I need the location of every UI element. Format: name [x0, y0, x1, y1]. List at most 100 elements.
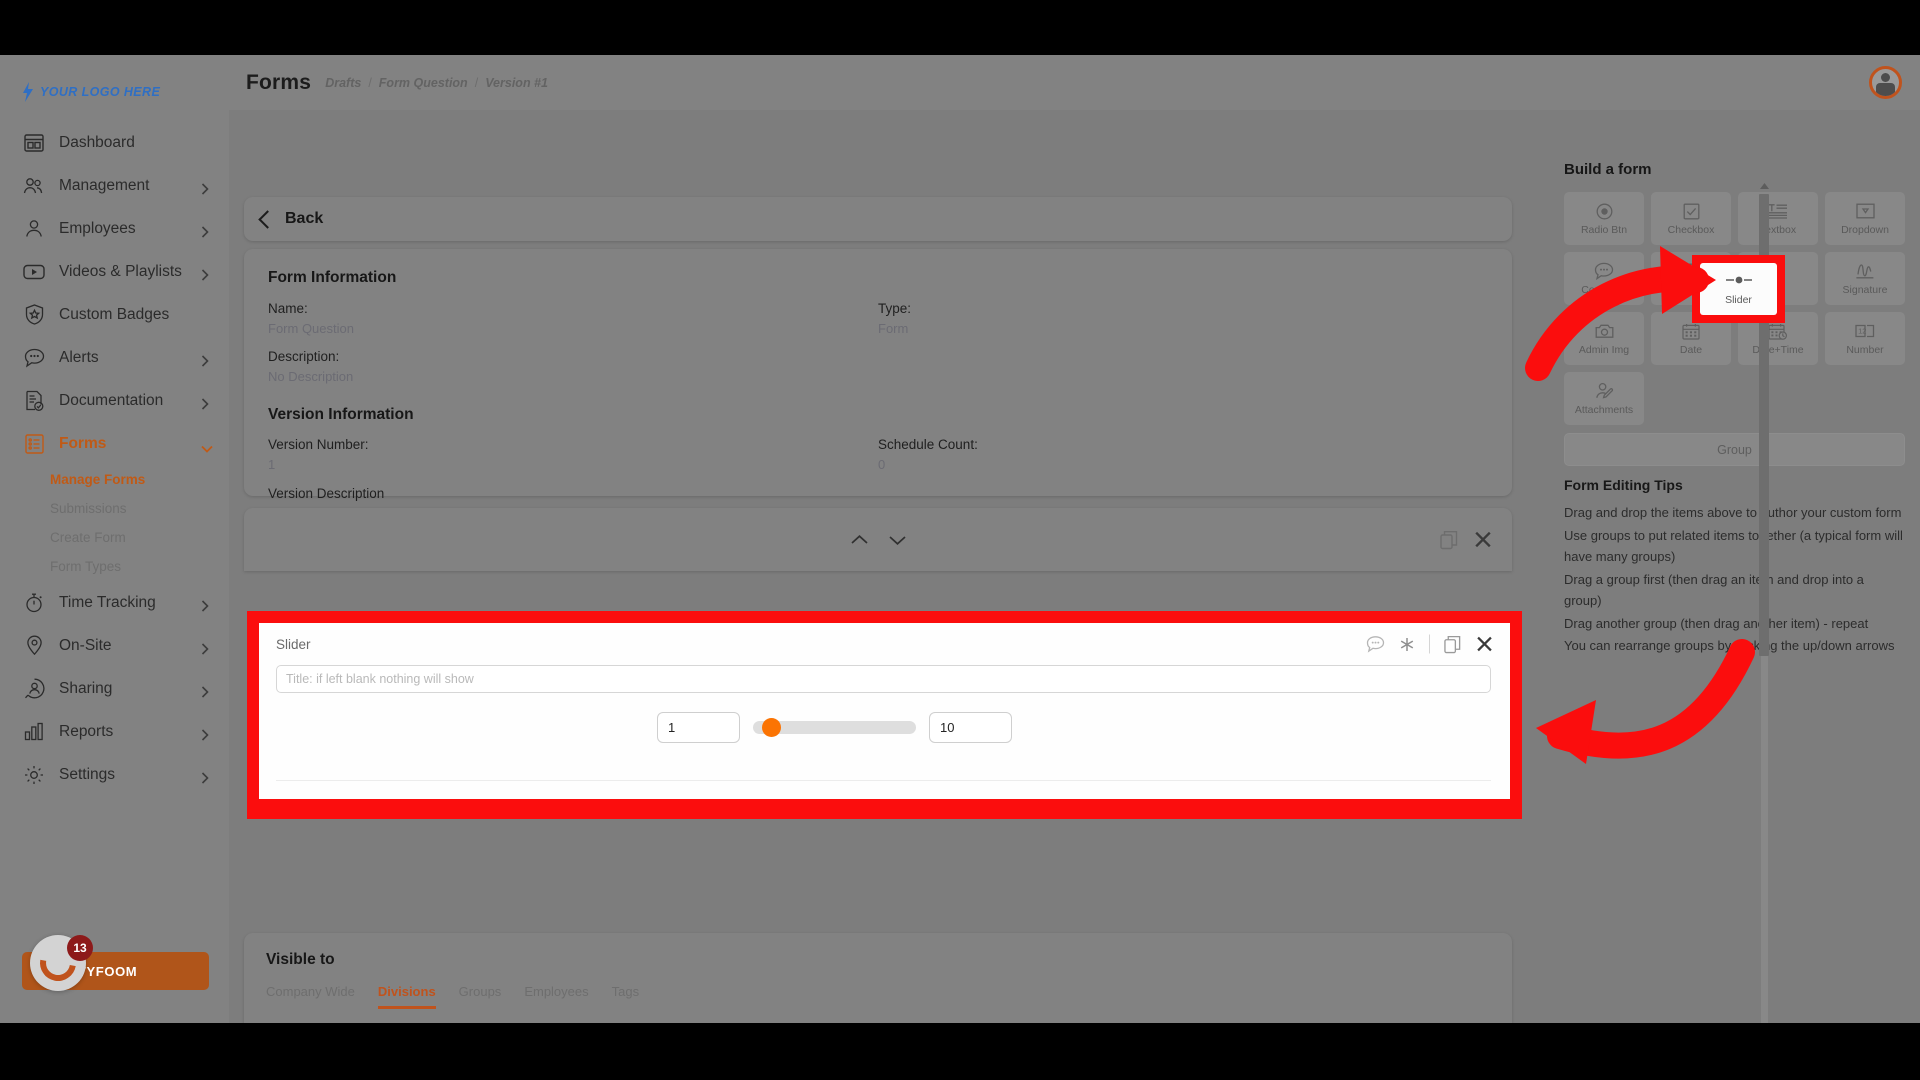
tool-checkbox[interactable]: Checkbox	[1651, 192, 1731, 245]
sidebar-item-management[interactable]: Management	[0, 164, 229, 207]
slider-max-input[interactable]	[929, 712, 1012, 743]
sidebar-item-alerts[interactable]: Alerts	[0, 336, 229, 379]
scroll-up-arrow-icon[interactable]	[1759, 182, 1769, 189]
copy-icon[interactable]	[1440, 530, 1459, 549]
chevron-right-icon	[201, 354, 209, 367]
sidebar-item-label: Sharing	[59, 679, 113, 697]
sidebar-item-label: On-Site	[59, 636, 112, 654]
tool-label: Checkbox	[1667, 223, 1715, 236]
slider-track[interactable]	[753, 718, 916, 737]
breadcrumb-item[interactable]: Drafts	[325, 76, 361, 90]
divider	[1429, 634, 1430, 654]
close-icon[interactable]	[1476, 636, 1493, 653]
schedule-count-value: 0	[878, 457, 886, 472]
tool-label: Attachments	[1574, 403, 1634, 416]
sidebar-subitem-label: Manage Forms	[50, 472, 146, 487]
sidebar-subitem-create-form[interactable]: Create Form	[0, 523, 229, 552]
logo[interactable]: YOUR LOGO HERE	[22, 82, 160, 102]
back-label: Back	[285, 210, 324, 227]
breadcrumb-item[interactable]: Form Question	[379, 76, 468, 90]
description-label: Description:	[268, 349, 340, 364]
tab-groups[interactable]: Groups	[459, 984, 502, 1009]
sidebar-item-reports[interactable]: Reports	[0, 710, 229, 753]
sidebar-subitem-label: Form Types	[50, 559, 122, 574]
breadcrumb-item[interactable]: Version #1	[485, 76, 548, 90]
sidebar-subitem-manage-forms[interactable]: Manage Forms	[0, 465, 229, 494]
sidebar-item-employees[interactable]: Employees	[0, 207, 229, 250]
group-toolbar-actions	[1440, 530, 1492, 549]
close-icon[interactable]	[1474, 531, 1492, 549]
chevron-right-icon	[201, 599, 209, 612]
sidebar-item-sharing[interactable]: Sharing	[0, 667, 229, 710]
sidebar-item-label: Videos & Playlists	[59, 262, 182, 280]
comment-bubble-icon[interactable]	[1366, 636, 1385, 653]
sidebar-subitem-form-types[interactable]: Form Types	[0, 552, 229, 581]
tab-company-wide[interactable]: Company Wide	[266, 984, 355, 1009]
name-label: Name:	[268, 301, 308, 316]
tool-admin-img[interactable]: Admin Img	[1564, 312, 1644, 365]
sidebar-item-settings[interactable]: Settings	[0, 753, 229, 796]
tyfoom-footer[interactable]: TYFOOM 13	[22, 935, 209, 991]
visible-to-tabs: Company Wide Divisions Groups Employees …	[266, 984, 1490, 1009]
sidebar-item-label: Alerts	[59, 348, 99, 366]
move-down-button[interactable]	[884, 527, 910, 553]
tool-radio-btn[interactable]: Radio Btn	[1564, 192, 1644, 245]
add-group-label: Group	[1717, 442, 1752, 457]
avatar[interactable]	[1869, 66, 1902, 99]
tool-label: Comment	[1581, 283, 1627, 296]
sidebar-item-dashboard[interactable]: Dashboard	[0, 121, 229, 164]
app-window: YOUR LOGO HERE Dashboard Management Empl…	[0, 55, 1920, 1023]
slider-title-input[interactable]	[276, 665, 1491, 693]
sidebar-item-forms[interactable]: Forms	[0, 422, 229, 465]
sidebar-item-label: Forms	[59, 434, 107, 452]
sidebar-nav: Dashboard Management Employees Videos & …	[0, 121, 229, 796]
tool-attachments[interactable]: Attachments	[1564, 372, 1644, 425]
main-content: Back Form Information Name: Form Questio…	[229, 110, 1769, 1023]
slider-min-input[interactable]	[657, 712, 740, 743]
name-value: Form Question	[268, 321, 354, 336]
tool-textbox[interactable]: Textbox	[1738, 192, 1818, 245]
tab-divisions[interactable]: Divisions	[377, 984, 436, 1009]
notification-badge[interactable]: 13	[67, 935, 93, 961]
add-group-button[interactable]: Group	[1564, 433, 1905, 466]
chevron-down-icon	[201, 440, 213, 453]
calendar-clock-icon	[1768, 322, 1788, 341]
form-information-card: Form Information Name: Form Question Typ…	[244, 249, 1512, 556]
sidebar-subitem-submissions[interactable]: Submissions	[0, 494, 229, 523]
sidebar-item-time-tracking[interactable]: Time Tracking	[0, 581, 229, 624]
sidebar-item-label: Settings	[59, 765, 116, 783]
tool-number[interactable]: 12 Number	[1825, 312, 1905, 365]
sidebar-item-videos-playlists[interactable]: Videos & Playlists	[0, 250, 229, 293]
slider-item-type-label: Slider	[276, 636, 311, 652]
tool-slider[interactable]: Slider	[1700, 263, 1777, 315]
copy-icon[interactable]	[1444, 635, 1462, 653]
breadcrumb-separator: /	[368, 75, 372, 90]
move-up-button[interactable]	[846, 527, 872, 553]
share-user-icon	[22, 677, 46, 701]
back-button[interactable]: Back	[244, 197, 1512, 241]
tool-signature[interactable]: Signature	[1825, 252, 1905, 305]
tool-label: Date	[1679, 343, 1703, 356]
sidebar-item-label: Employees	[59, 219, 136, 237]
tool-comment[interactable]: Comment	[1564, 252, 1644, 305]
stopwatch-icon	[22, 591, 46, 615]
asterisk-required-icon[interactable]	[1399, 636, 1415, 652]
tab-tags[interactable]: Tags	[612, 984, 639, 1009]
version-description-label: Version Description	[268, 486, 385, 501]
sidebar-item-documentation[interactable]: Documentation	[0, 379, 229, 422]
tool-dropdown[interactable]: Dropdown	[1825, 192, 1905, 245]
comment-bubble-icon	[1594, 262, 1614, 281]
tyfoom-label: TYFOOM	[78, 963, 138, 979]
chevron-right-icon	[201, 268, 209, 281]
sidebar-item-on-site[interactable]: On-Site	[0, 624, 229, 667]
tip-item: Drag another group (then drag another it…	[1564, 615, 1869, 631]
sidebar-subitem-label: Submissions	[50, 501, 127, 516]
tab-employees[interactable]: Employees	[524, 984, 588, 1009]
chevron-left-icon	[258, 209, 277, 229]
sidebar-item-custom-badges[interactable]: Custom Badges	[0, 293, 229, 336]
page-title: Forms	[246, 70, 312, 94]
slider-item-actions	[1366, 634, 1493, 654]
number-icon: 12	[1855, 322, 1875, 341]
chevron-right-icon	[201, 397, 209, 410]
slider-thumb[interactable]	[762, 718, 781, 737]
